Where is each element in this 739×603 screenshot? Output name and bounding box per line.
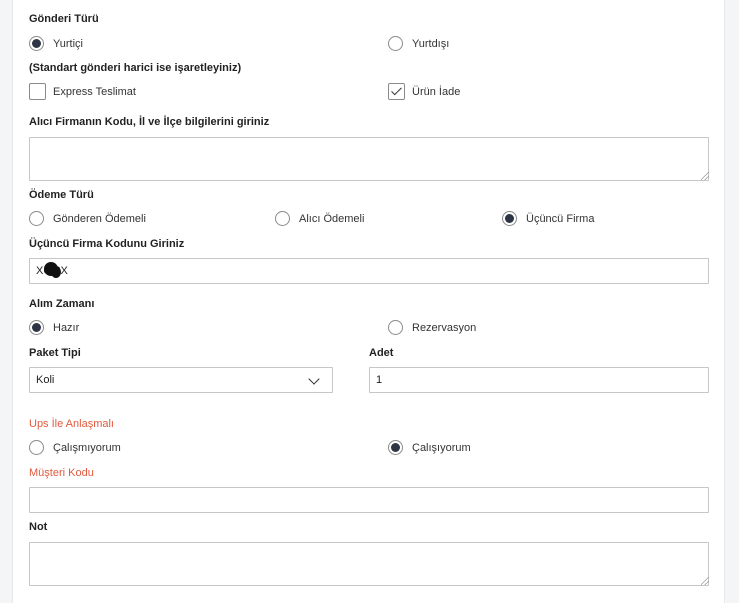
radio-ready-label: Hazır — [53, 322, 80, 334]
note-label: Not — [29, 521, 48, 533]
radio-not-working[interactable] — [29, 440, 44, 455]
note-textarea[interactable] — [29, 542, 709, 586]
form-card: Gönderi Türü Yurtiçi Yurtdışı (Standart … — [12, 0, 725, 603]
package-type-label: Paket Tipi — [29, 347, 81, 359]
resize-handle-icon[interactable] — [701, 172, 709, 180]
ups-agreement-label: Ups İle Anlaşmalı — [29, 418, 114, 430]
extras-hint: (Standart gönderi harici ise işaretleyin… — [29, 62, 242, 74]
payment-type-label: Ödeme Türü — [29, 189, 94, 201]
customer-code-label: Müşteri Kodu — [29, 467, 94, 479]
radio-not-working-label: Çalışmıyorum — [53, 442, 121, 454]
radio-receiver-pays[interactable] — [275, 211, 290, 226]
package-type-value: Koli — [36, 374, 55, 386]
shipment-type-label: Gönderi Türü — [29, 13, 99, 25]
radio-international[interactable] — [388, 36, 403, 51]
return-checkbox[interactable] — [388, 83, 405, 100]
third-party-code-input[interactable]: XC 3X — [29, 258, 709, 284]
radio-receiver-pays-label: Alıcı Ödemeli — [299, 213, 365, 225]
recipient-textarea[interactable] — [29, 137, 709, 181]
customer-code-input[interactable] — [29, 487, 709, 513]
radio-domestic-label: Yurtiçi — [53, 38, 83, 50]
redaction-blot — [51, 266, 61, 278]
return-checkbox-label: Ürün İade — [412, 86, 461, 98]
express-checkbox-label: Express Teslimat — [53, 86, 136, 98]
pickup-time-label: Alım Zamanı — [29, 298, 95, 310]
radio-sender-pays[interactable] — [29, 211, 44, 226]
radio-third-party[interactable] — [502, 211, 517, 226]
chevron-down-icon — [308, 373, 320, 385]
radio-domestic[interactable] — [29, 36, 44, 51]
radio-reservation-label: Rezervasyon — [412, 322, 477, 334]
radio-sender-pays-label: Gönderen Ödemeli — [53, 213, 146, 225]
resize-handle-icon[interactable] — [701, 577, 709, 585]
radio-working-label: Çalışıyorum — [412, 442, 471, 454]
third-party-code-label: Üçüncü Firma Kodunu Giriniz — [29, 238, 185, 250]
radio-reservation[interactable] — [388, 320, 403, 335]
quantity-label: Adet — [369, 347, 394, 359]
radio-third-party-label: Üçüncü Firma — [526, 213, 595, 225]
radio-working[interactable] — [388, 440, 403, 455]
radio-international-label: Yurtdışı — [412, 38, 450, 50]
recipient-label: Alıcı Firmanın Kodu, İl ve İlçe bilgiler… — [29, 116, 270, 128]
radio-ready[interactable] — [29, 320, 44, 335]
package-type-select[interactable]: Koli — [29, 367, 333, 393]
checkmark-icon — [391, 84, 402, 96]
express-checkbox[interactable] — [29, 83, 46, 100]
quantity-input[interactable]: 1 — [369, 367, 709, 393]
